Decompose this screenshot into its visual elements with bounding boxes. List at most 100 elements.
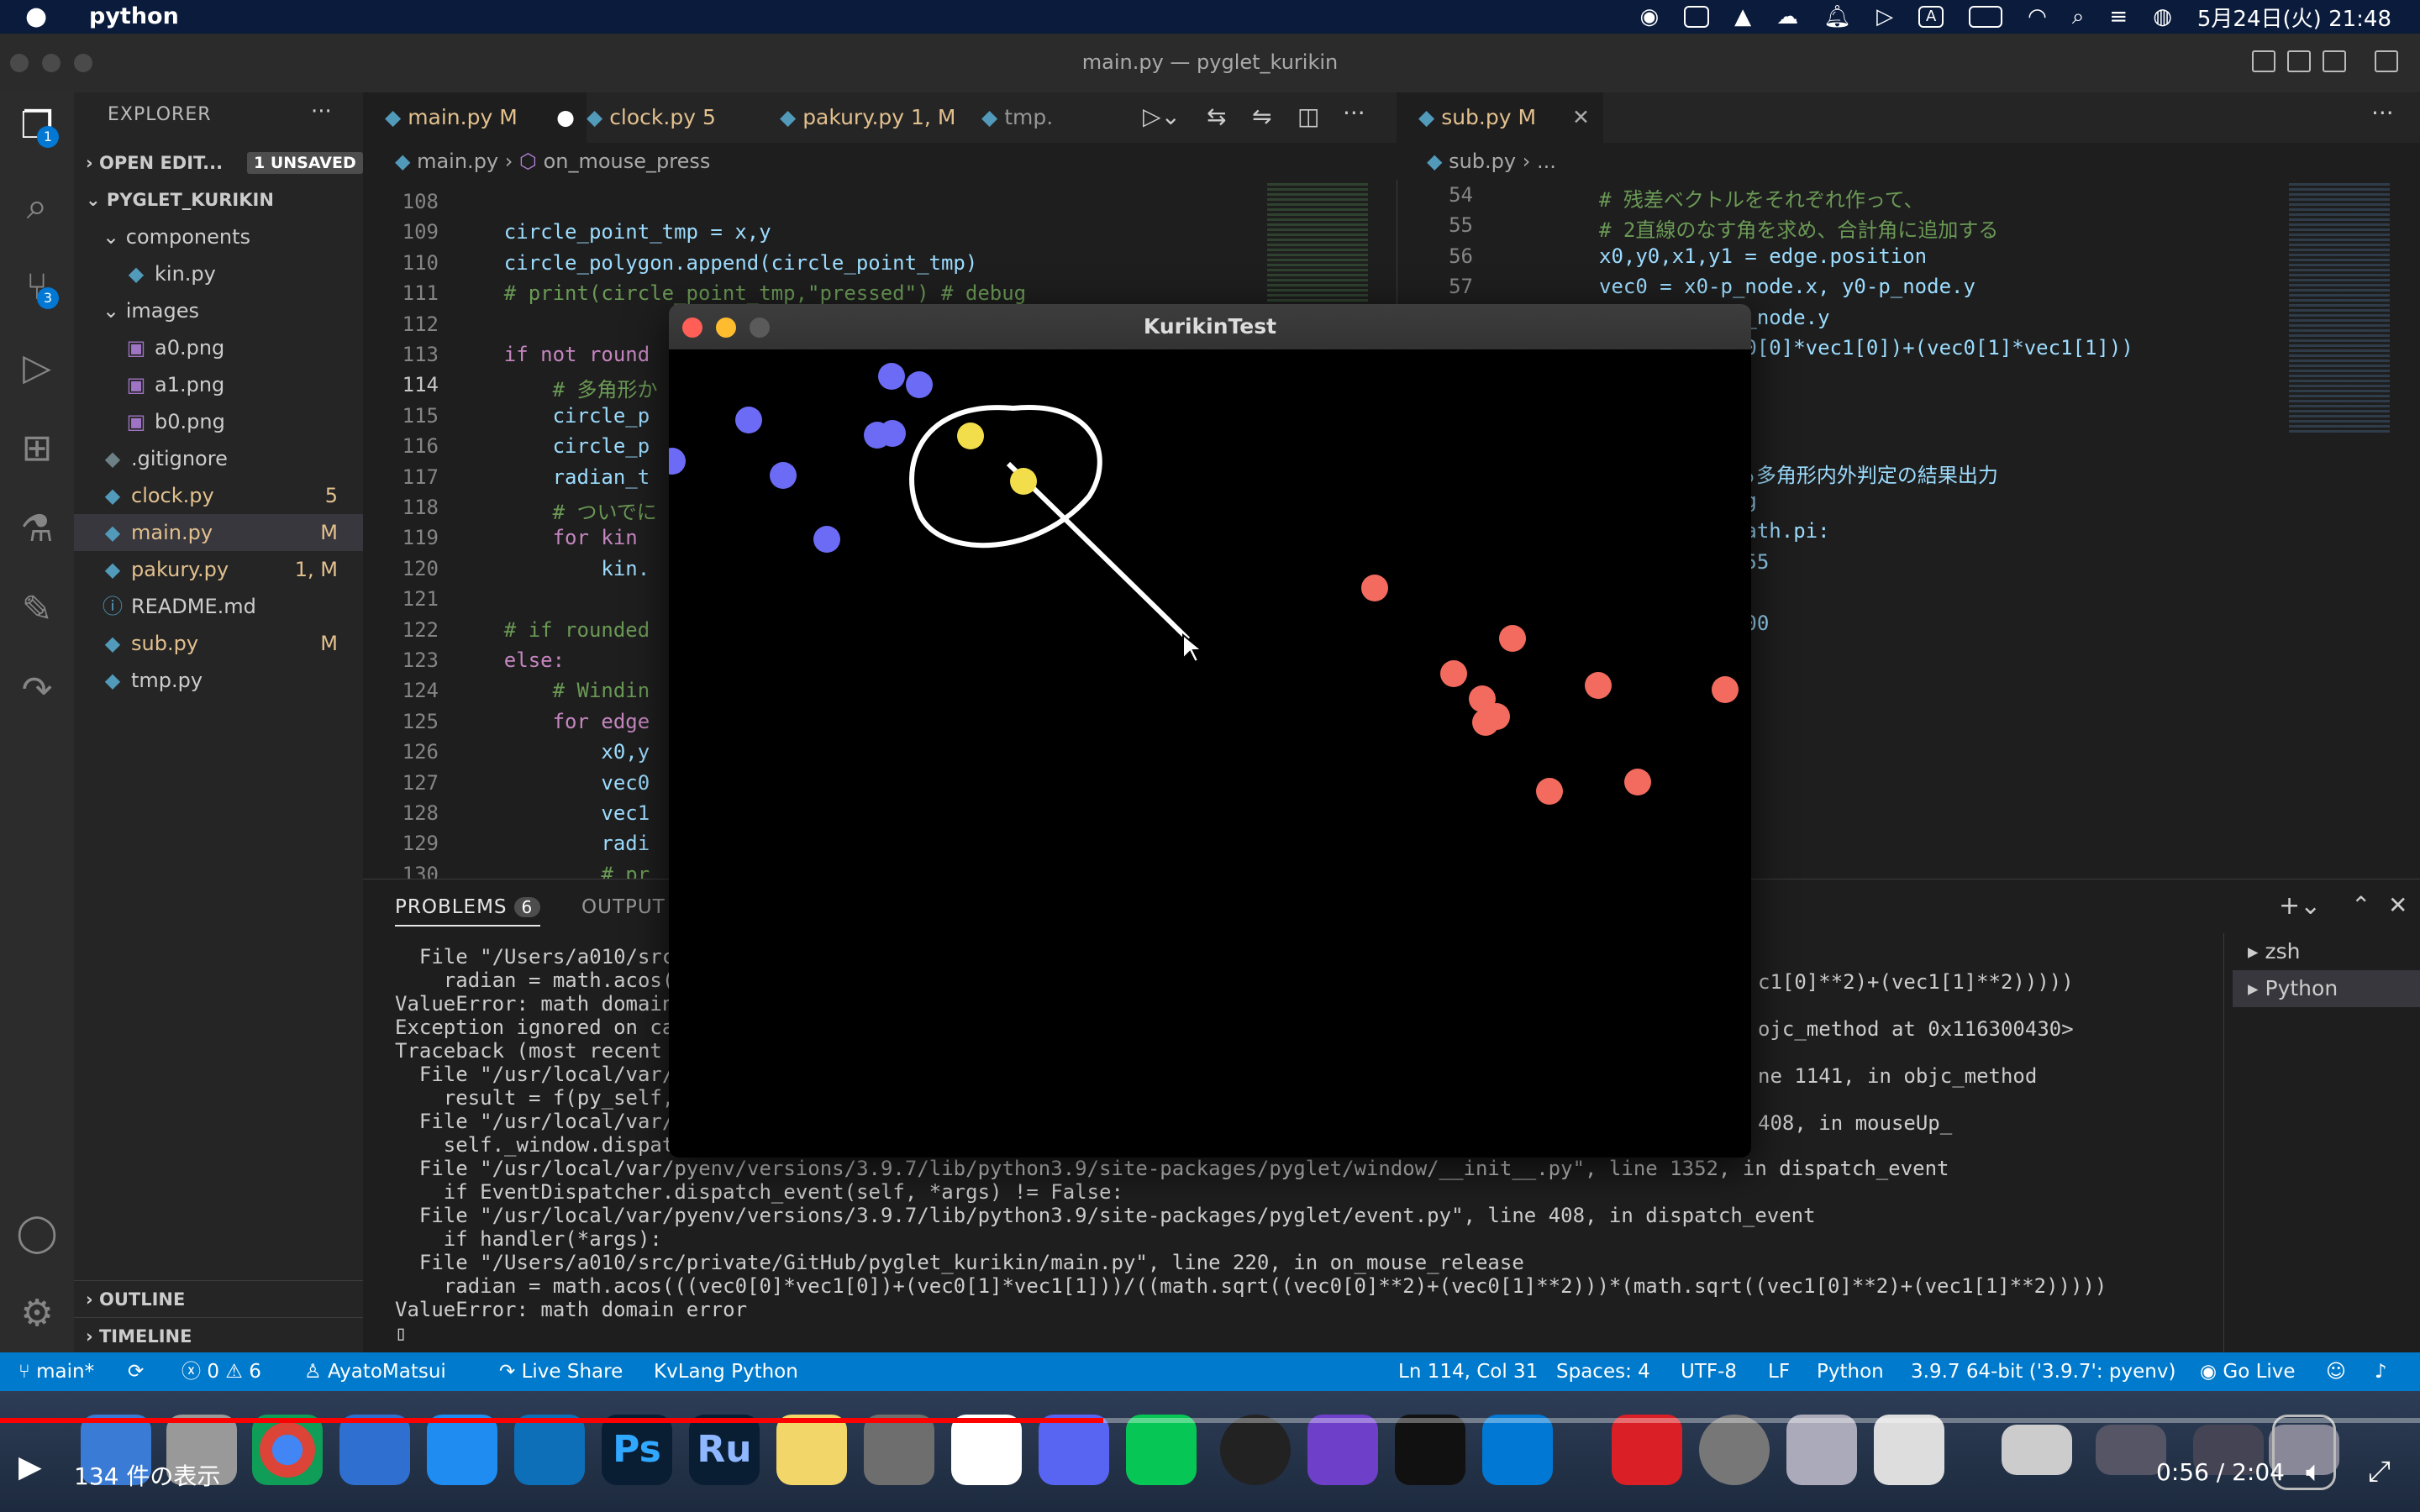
cursor-position[interactable]: Ln 114, Col 31 bbox=[1398, 1352, 1538, 1391]
open-editors-section[interactable]: › OPEN EDIT... 1 UNSAVED bbox=[74, 144, 363, 181]
split-editor-icon[interactable]: ◫ bbox=[1297, 102, 1319, 130]
tab-output[interactable]: OUTPUT bbox=[581, 896, 666, 918]
menubar-clock[interactable]: 5月24日(火) 21:48 bbox=[2197, 2, 2391, 33]
obs-icon[interactable] bbox=[1220, 1415, 1291, 1485]
notifications-bell-icon[interactable]: ♪ bbox=[2375, 1352, 2387, 1391]
outlook-icon[interactable] bbox=[1482, 1415, 1553, 1485]
file-a1-png[interactable]: ▣ a1.png bbox=[74, 366, 363, 403]
minimap-right[interactable] bbox=[2286, 180, 2403, 449]
file-main-py[interactable]: ◆ main.py M bbox=[74, 514, 363, 551]
folder-components[interactable]: ⌄ components bbox=[74, 218, 363, 255]
github-desktop-icon[interactable] bbox=[1307, 1415, 1378, 1485]
vpn-icon[interactable]: ▲ bbox=[1734, 4, 1751, 29]
creative-cloud-icon[interactable] bbox=[1612, 1415, 1682, 1485]
play-icon[interactable]: ▶ bbox=[18, 1450, 42, 1484]
feedback-icon[interactable]: ☺ bbox=[2326, 1352, 2346, 1391]
tex-icon[interactable] bbox=[1699, 1415, 1770, 1485]
search-icon[interactable]: ⌕ bbox=[2072, 4, 2085, 30]
input-method-icon[interactable]: A bbox=[1918, 6, 1944, 28]
battery-icon[interactable] bbox=[1969, 6, 2003, 28]
tab-pakury-py[interactable]: ◆ pakury.py 1, M bbox=[758, 92, 981, 143]
control-center-icon[interactable]: ≡ bbox=[2109, 4, 2128, 29]
language-mode[interactable]: Python bbox=[1817, 1352, 1884, 1391]
search-icon[interactable]: ⌕ bbox=[12, 181, 62, 232]
apple-icon[interactable]: ● bbox=[25, 2, 47, 31]
fullscreen-icon[interactable]: ⤢ bbox=[2368, 1455, 2391, 1488]
window-thumbnail[interactable] bbox=[2002, 1425, 2072, 1475]
live-share-icon[interactable]: ↷ bbox=[12, 665, 62, 716]
file-clock-py[interactable]: ◆ clock.py 5 bbox=[74, 477, 363, 514]
game-window[interactable]: KurikinTest bbox=[669, 304, 1751, 1158]
slack-icon[interactable] bbox=[951, 1415, 1022, 1485]
account-indicator[interactable]: ♙ AyatoMatsui bbox=[304, 1352, 446, 1391]
xcode-icon[interactable] bbox=[339, 1415, 410, 1485]
line-icon[interactable] bbox=[1126, 1415, 1197, 1485]
file-readme-md[interactable]: ⓘ README.md bbox=[74, 588, 363, 625]
account-icon[interactable]: ◯ bbox=[12, 1208, 62, 1258]
wifi-icon[interactable]: ◠ bbox=[2028, 4, 2047, 29]
tab-tmp-py[interactable]: ◆ tmp. bbox=[960, 92, 1082, 143]
more-actions-icon[interactable]: ··· bbox=[2371, 99, 2394, 127]
notification-icon[interactable]: 🔔︎ bbox=[1823, 4, 1851, 29]
terminal-icon[interactable] bbox=[1395, 1415, 1465, 1485]
branch-indicator[interactable]: ⑂ main* bbox=[18, 1352, 94, 1391]
file-pakury-py[interactable]: ◆ pakury.py 1, M bbox=[74, 551, 363, 588]
run-debug-icon[interactable]: ▷ bbox=[12, 343, 62, 393]
encoding[interactable]: UTF-8 bbox=[1681, 1352, 1737, 1391]
explorer-icon[interactable]: ❐ 1 bbox=[12, 101, 62, 151]
settings-gear-icon[interactable]: ⚙ bbox=[12, 1289, 62, 1339]
python-interpreter[interactable]: 3.9.7 64-bit ('3.9.7': pyenv) bbox=[1911, 1352, 2175, 1391]
volume-icon[interactable]: 🔈︎ bbox=[2306, 1455, 2323, 1488]
photoshop-icon[interactable]: Ps bbox=[602, 1415, 672, 1485]
folder-images[interactable]: ⌄ images bbox=[74, 292, 363, 329]
terminal-item-python[interactable]: ▸ Python bbox=[2233, 970, 2420, 1007]
python-icon[interactable]: ✎ bbox=[12, 585, 62, 635]
outline-section[interactable]: › OUTLINE bbox=[74, 1280, 363, 1318]
app-name[interactable]: python bbox=[89, 3, 179, 29]
tab-sub-py[interactable]: ◆ sub.py M ✕ bbox=[1397, 92, 1603, 143]
more-actions-icon[interactable]: ··· bbox=[311, 99, 332, 124]
close-panel-icon[interactable]: ✕ bbox=[2388, 891, 2407, 919]
open-changes-icon[interactable]: ⇆ bbox=[1207, 102, 1226, 130]
live-share-button[interactable]: ↷ Live Share bbox=[499, 1352, 623, 1391]
file-a0-png[interactable]: ▣ a0.png bbox=[74, 329, 363, 366]
maximize-panel-icon[interactable]: ⌃ bbox=[2351, 891, 2370, 919]
chrome-icon[interactable] bbox=[252, 1415, 323, 1485]
customize-layout-icon[interactable] bbox=[2375, 50, 2398, 72]
document-icon[interactable] bbox=[1874, 1415, 1944, 1485]
go-live-button[interactable]: ◉ Go Live bbox=[2200, 1352, 2296, 1391]
toggle-secondary-sidebar-icon[interactable] bbox=[2323, 50, 2346, 72]
rush-icon[interactable]: Ru bbox=[689, 1415, 760, 1485]
toggle-panel-icon[interactable] bbox=[2287, 50, 2311, 72]
line-ending[interactable]: LF bbox=[1768, 1352, 1790, 1391]
sync-icon[interactable]: ⟳ bbox=[128, 1352, 144, 1391]
system-preferences-icon[interactable] bbox=[864, 1415, 934, 1485]
file-gitignore[interactable]: ◆ .gitignore bbox=[74, 440, 363, 477]
toggle-sidebar-icon[interactable] bbox=[2252, 50, 2275, 72]
settings-icon[interactable] bbox=[1786, 1415, 1857, 1485]
problems-indicator[interactable]: ⓧ 0 ⚠ 6 bbox=[182, 1352, 261, 1391]
file-sub-py[interactable]: ◆ sub.py M bbox=[74, 625, 363, 662]
testing-icon[interactable]: ⚗ bbox=[12, 504, 62, 554]
tab-main-py[interactable]: ◆ main.py M ● bbox=[363, 92, 587, 143]
timeline-section[interactable]: › TIMELINE bbox=[74, 1317, 363, 1355]
app-store-icon[interactable] bbox=[427, 1415, 497, 1485]
discord-icon[interactable] bbox=[1039, 1415, 1109, 1485]
file-tmp-py[interactable]: ◆ tmp.py bbox=[74, 662, 363, 699]
drive-icon[interactable] bbox=[1684, 6, 1710, 28]
close-tab-icon[interactable]: ✕ bbox=[1572, 92, 1590, 143]
vscode-icon[interactable] bbox=[514, 1415, 585, 1485]
project-folder[interactable]: ⌄ PYGLET_KURIKIN bbox=[74, 181, 363, 218]
compare-icon[interactable]: ⇋ bbox=[1252, 102, 1271, 130]
notes-icon[interactable] bbox=[776, 1415, 847, 1485]
obs-icon[interactable]: ◉ bbox=[1639, 4, 1659, 29]
terminal-item-zsh[interactable]: ▸ zsh bbox=[2233, 933, 2420, 970]
run-python-icon[interactable]: ▷⌄ bbox=[1143, 102, 1181, 130]
extensions-icon[interactable]: ⊞ bbox=[12, 423, 62, 474]
more-actions-icon[interactable]: ··· bbox=[1343, 99, 1365, 127]
tab-clock-py[interactable]: ◆ clock.py 5 bbox=[565, 92, 771, 143]
new-terminal-icon[interactable]: +⌄ bbox=[2279, 891, 2321, 921]
indentation[interactable]: Spaces: 4 bbox=[1556, 1352, 1650, 1391]
source-control-icon[interactable]: ⑂ 3 bbox=[12, 262, 62, 312]
game-canvas[interactable] bbox=[669, 349, 1751, 1158]
